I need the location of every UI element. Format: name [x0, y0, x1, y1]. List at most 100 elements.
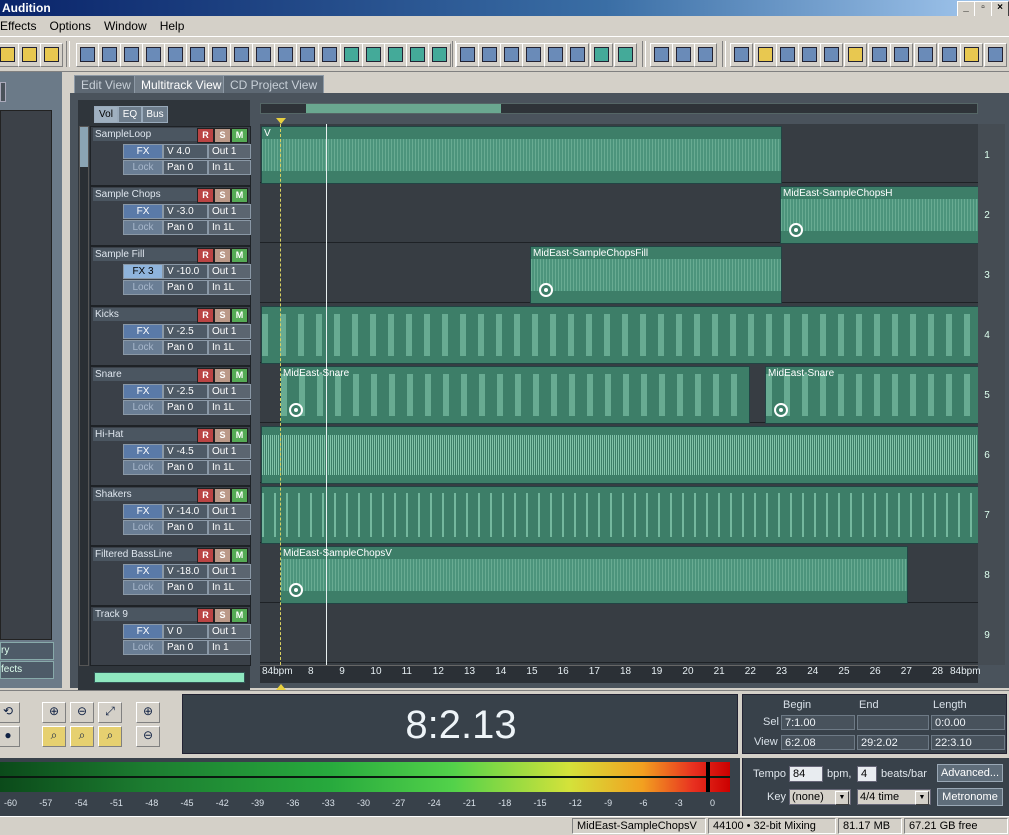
clip-samplefill[interactable]: MidEast-SampleChopsFill [530, 246, 782, 304]
tool-icon[interactable] [340, 43, 363, 67]
solo-button[interactable]: S [214, 188, 231, 203]
fx-button[interactable]: FX [123, 504, 163, 519]
output-field[interactable]: Out 1 [208, 624, 251, 639]
tool-icon[interactable] [406, 43, 429, 67]
pan-field[interactable]: Pan 0 [163, 640, 208, 655]
fx-button[interactable]: FX [123, 624, 163, 639]
metronome-button[interactable]: Metronome [937, 788, 1003, 806]
move-tool-icon[interactable] [694, 43, 717, 67]
track-name[interactable]: Filtered BassLine [93, 548, 197, 561]
tool-icon[interactable] [252, 43, 275, 67]
open-icon[interactable] [0, 43, 19, 67]
tempo-field[interactable]: 84 [789, 766, 823, 782]
output-field[interactable]: Out 1 [208, 564, 251, 579]
solo-button[interactable]: S [214, 308, 231, 323]
sel-end-field[interactable] [857, 715, 929, 730]
undo-icon[interactable] [76, 43, 99, 67]
solo-button[interactable]: S [214, 608, 231, 623]
tool-icon[interactable] [274, 43, 297, 67]
track-name[interactable]: Kicks [93, 308, 197, 321]
pan-field[interactable]: Pan 0 [163, 520, 208, 535]
menu-window[interactable]: Window [99, 16, 152, 36]
solo-button[interactable]: S [214, 548, 231, 563]
clip-sampleloop[interactable]: V [261, 126, 782, 184]
zoom-right-icon[interactable]: ⌕ [98, 726, 122, 747]
chevron-down-icon[interactable]: ▼ [915, 791, 929, 805]
lock-button[interactable]: Lock [123, 580, 163, 595]
tool-icon[interactable] [428, 43, 451, 67]
zoom-selection-icon[interactable]: ⌕ [42, 726, 66, 747]
zoom-full-icon[interactable]: ⤢ [98, 702, 122, 723]
track-control[interactable]: Sample Fill R S M FX 3V -10.0 Out 1 Lock Pan 0I… [90, 246, 251, 306]
output-field[interactable]: Out 1 [208, 324, 251, 339]
effect-icon[interactable] [500, 43, 523, 67]
eq-view-button[interactable]: EQ [118, 106, 142, 123]
track-control[interactable]: Filtered BassLine R S M FX V -18.0 Out 1 Lock Pa… [90, 546, 251, 606]
volume-field[interactable]: V 4.0 [163, 144, 208, 159]
solo-button[interactable]: S [214, 488, 231, 503]
time-select-tool-icon[interactable] [672, 43, 695, 67]
track-control[interactable]: Hi-Hat R S M FX V -4.5 Out 1 Lock Pan 0 In 1L [90, 426, 251, 486]
fx-button[interactable]: FX 3 [123, 264, 163, 279]
volume-field[interactable]: V -2.5 [163, 384, 208, 399]
lock-button[interactable]: Lock [123, 220, 163, 235]
record-arm-button[interactable]: R [197, 548, 214, 563]
mute-button[interactable]: M [231, 188, 248, 203]
pan-field[interactable]: Pan 0 [163, 160, 208, 175]
record-arm-button[interactable]: R [197, 188, 214, 203]
volume-field[interactable]: V -18.0 [163, 564, 208, 579]
tool-icon[interactable] [98, 43, 121, 67]
tool-icon[interactable] [362, 43, 385, 67]
effect-icon[interactable] [566, 43, 589, 67]
effect-icon[interactable] [478, 43, 501, 67]
clip-hihat[interactable] [261, 426, 980, 484]
track-name[interactable]: Sample Fill [93, 248, 197, 261]
lock-button[interactable]: Lock [123, 460, 163, 475]
tool-icon[interactable] [142, 43, 165, 67]
mute-button[interactable]: M [231, 308, 248, 323]
mute-button[interactable]: M [231, 428, 248, 443]
pan-field[interactable]: Pan 0 [163, 400, 208, 415]
overview-visible-range[interactable] [306, 104, 501, 113]
lock-button[interactable]: Lock [123, 400, 163, 415]
zoom-in-horizontal-icon[interactable]: ⊕ [42, 702, 66, 723]
window-icon[interactable] [890, 43, 913, 67]
organizer-button[interactable]: fects [0, 661, 54, 679]
tool-icon[interactable] [120, 43, 143, 67]
window-icon[interactable] [960, 43, 983, 67]
lock-button[interactable]: Lock [123, 640, 163, 655]
input-field[interactable]: In 1L [208, 160, 251, 175]
window-icon[interactable] [820, 43, 843, 67]
pan-field[interactable]: Pan 0 [163, 340, 208, 355]
pan-field[interactable]: Pan 0 [163, 280, 208, 295]
chevron-down-icon[interactable]: ▼ [835, 791, 849, 805]
mute-button[interactable]: M [231, 128, 248, 143]
mute-button[interactable]: M [231, 548, 248, 563]
time-signature-select[interactable]: 4/4 time ▼ [857, 789, 931, 805]
tool-icon[interactable] [208, 43, 231, 67]
lock-button[interactable]: Lock [123, 280, 163, 295]
mute-button[interactable]: M [231, 608, 248, 623]
track-control[interactable]: Shakers R S M FX V -14.0 Out 1 Lock Pan 0 In 1L [90, 486, 251, 546]
fx-button[interactable]: FX [123, 204, 163, 219]
track-name[interactable]: SampleLoop [93, 128, 197, 141]
clip-snare-1[interactable]: MidEast-Snare [280, 366, 750, 424]
clip-shakers[interactable] [261, 486, 980, 544]
volume-field[interactable]: V -10.0 [163, 264, 208, 279]
fx-button[interactable]: FX [123, 144, 163, 159]
window-icon[interactable] [938, 43, 961, 67]
input-field[interactable]: In 1L [208, 340, 251, 355]
bus-view-button[interactable]: Bus [142, 106, 168, 123]
sel-begin-field[interactable]: 7:1.00 [781, 715, 855, 730]
input-field[interactable]: In 1L [208, 580, 251, 595]
menu-help[interactable]: Help [155, 16, 190, 36]
track-lane[interactable] [260, 604, 978, 663]
record-arm-button[interactable]: R [197, 488, 214, 503]
window-icon[interactable] [798, 43, 821, 67]
window-icon[interactable] [914, 43, 937, 67]
zoom-out-vertical-icon[interactable]: ⊖ [136, 726, 160, 747]
volume-field[interactable]: V -2.5 [163, 324, 208, 339]
record-arm-button[interactable]: R [197, 608, 214, 623]
volume-field[interactable]: V -4.5 [163, 444, 208, 459]
input-field[interactable]: In 1 [208, 640, 251, 655]
